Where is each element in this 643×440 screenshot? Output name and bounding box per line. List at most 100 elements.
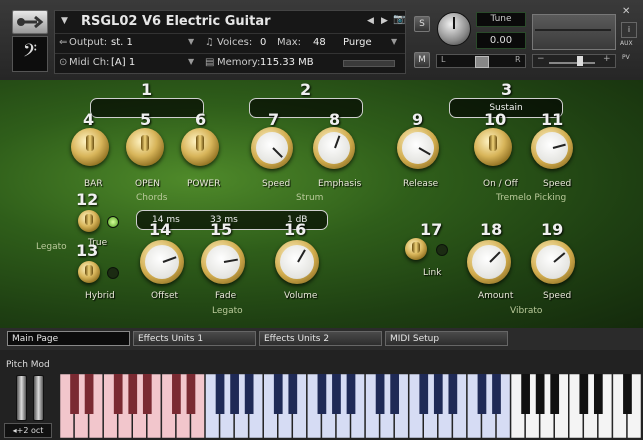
output-dropdown-icon[interactable]: ▼ [188,37,194,46]
volume-slider[interactable]: − + [532,54,616,68]
voices-value: 0 [260,37,267,48]
control-number-17: 17 [420,220,443,239]
pitch-wheel[interactable] [16,375,27,421]
pv-button[interactable]: PV [622,54,630,61]
black-key[interactable] [273,374,283,414]
max-voices-value[interactable]: 48 [313,37,326,48]
control-number-6: 6 [195,110,207,129]
legato-offset-knob[interactable] [140,240,184,284]
level-meter [532,14,616,50]
memory-value: 115.33 MB [260,57,314,68]
volume-handle[interactable] [577,56,583,66]
black-key[interactable] [186,374,196,414]
tune-label: Tune [476,12,526,27]
midi-channel-select[interactable]: [A] 1 [111,57,135,68]
midi-dropdown-icon[interactable]: ▼ [188,57,194,66]
strum-display [249,98,363,118]
tune-knob[interactable] [437,12,471,46]
black-key[interactable] [128,374,138,414]
close-icon[interactable]: ✕ [622,6,630,17]
black-key[interactable] [172,374,181,414]
output-select[interactable]: st. 1 [111,37,133,48]
black-key[interactable] [419,374,429,414]
aux-button[interactable]: AUX [620,40,633,47]
black-key[interactable] [375,374,385,414]
mod-wheel[interactable] [33,375,44,421]
black-key[interactable] [215,374,225,414]
solo-button[interactable]: S [414,16,430,32]
pan-handle[interactable] [475,56,489,68]
release-knob[interactable] [397,127,439,169]
black-key[interactable] [390,374,400,414]
prev-instrument-icon[interactable]: ◀ [367,16,374,26]
power-toggle[interactable] [181,128,219,166]
vibrato-link-toggle[interactable] [405,238,427,260]
tab-main-page[interactable]: Main Page [7,331,130,346]
black-key[interactable] [521,374,530,414]
volume-label: Volume [284,291,318,301]
tab-bar: Main Page Effects Units 1 Effects Units … [0,328,643,350]
piano-keyboard[interactable] [60,374,642,438]
purge-menu[interactable]: Purge [343,37,372,48]
tremolo-speed-label: Speed [543,179,572,189]
emphasis-knob[interactable] [313,127,355,169]
volume-minus-icon: − [537,54,545,64]
on-off-label: On / Off [483,179,518,189]
black-key[interactable] [593,374,603,414]
tab-effects-units-2[interactable]: Effects Units 2 [259,331,382,346]
wrench-icon[interactable] [12,10,48,34]
black-key[interactable] [346,374,356,414]
strum-speed-knob[interactable] [251,127,293,169]
info-icon[interactable]: i [621,22,637,38]
legato-hybrid-led [107,267,119,279]
legato-true-led [107,216,119,228]
vibrato-amount-knob[interactable] [467,240,511,284]
black-key[interactable] [492,374,501,414]
octave-value: +2 oct [16,426,44,435]
pan-slider[interactable]: L R [436,54,526,68]
purge-dropdown-icon[interactable]: ▼ [391,37,397,46]
black-key[interactable] [448,374,458,414]
amount-label: Amount [478,291,514,301]
volume-plus-icon: + [603,54,611,64]
octave-shift[interactable]: ◂+2 oct [4,423,52,438]
voices-label: Voices: [217,37,253,48]
bar-toggle[interactable] [71,128,109,166]
strum-group-label: Strum [296,193,324,203]
black-key[interactable] [623,374,632,414]
next-instrument-icon[interactable]: ▶ [381,16,388,26]
black-key[interactable] [84,374,94,414]
tune-value[interactable]: 0.00 [476,32,526,49]
bar-label: BAR [84,179,103,189]
black-key[interactable] [535,374,545,414]
tab-effects-units-1[interactable]: Effects Units 1 [133,331,256,346]
black-key[interactable] [244,374,254,414]
legato-fade-knob[interactable] [201,240,245,284]
black-key[interactable] [70,374,79,414]
legato-volume-knob[interactable] [275,240,319,284]
black-key[interactable] [433,374,443,414]
collapse-triangle-icon[interactable]: ▼ [61,16,68,26]
tremolo-on-off-toggle[interactable] [474,128,512,166]
open-toggle[interactable] [126,128,164,166]
black-key[interactable] [288,374,298,414]
instrument-name[interactable]: RSGL02 V6 Electric Guitar [81,14,271,29]
vibrato-speed-knob[interactable] [531,240,575,284]
legato-group-label: Legato [212,306,243,316]
black-key[interactable] [579,374,589,414]
control-number-14: 14 [149,220,172,239]
black-key[interactable] [332,374,341,414]
legato-hybrid-toggle[interactable] [78,261,100,283]
black-key[interactable] [477,374,487,414]
legato-true-toggle[interactable] [78,210,100,232]
black-key[interactable] [317,374,327,414]
black-key[interactable] [230,374,239,414]
control-number-15: 15 [210,220,233,239]
black-key[interactable] [113,374,123,414]
tab-midi-setup[interactable]: MIDI Setup [385,331,508,346]
camera-icon[interactable]: 📷 [393,14,405,25]
black-key[interactable] [550,374,560,414]
mute-button[interactable]: M [414,52,430,68]
tremolo-speed-knob[interactable] [531,127,573,169]
black-key[interactable] [142,374,152,414]
